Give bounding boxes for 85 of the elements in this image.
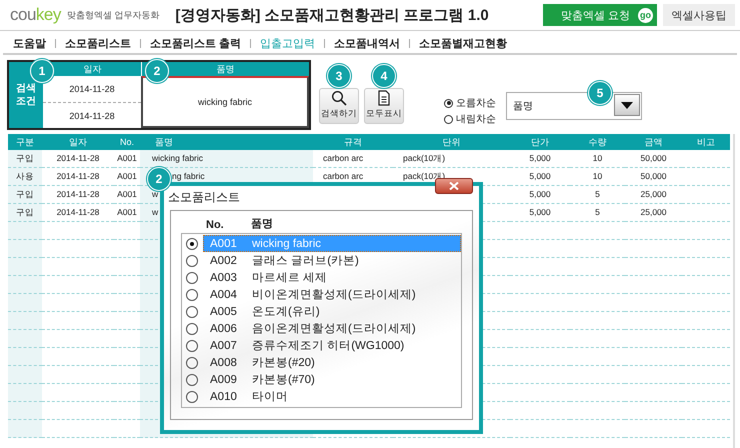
column-header: No.: [114, 134, 140, 150]
table-cell: 5: [570, 204, 625, 222]
list-item[interactable]: A002 글래스 글러브(카본): [203, 252, 461, 269]
list-item[interactable]: A003 마르세르 세제: [203, 269, 461, 286]
radio-button[interactable]: [186, 288, 198, 300]
table-cell: 5,000: [510, 168, 570, 186]
list-item[interactable]: A010 타이머: [203, 388, 461, 405]
radio-button[interactable]: [186, 340, 198, 352]
radio-button[interactable]: [186, 272, 198, 284]
radio-button[interactable]: [444, 114, 453, 124]
dialog-title: 소모품리스트: [168, 190, 240, 204]
table-cell: ng fabric: [172, 171, 205, 181]
radio-button[interactable]: [444, 98, 453, 108]
date-field[interactable]: 2014-11-28: [43, 102, 141, 128]
menu-item[interactable]: 도움말: [13, 36, 46, 50]
search-label: 검색조건: [16, 82, 36, 108]
tagline: 맞춤형엑셀 업무자동화: [66, 8, 160, 22]
caret-icon: [621, 102, 633, 108]
table-cell: 25,000: [625, 186, 682, 204]
number-badge: 2: [147, 167, 171, 191]
column-header: No.: [206, 219, 225, 231]
radio-button[interactable]: [186, 322, 198, 334]
menu-item[interactable]: 소모품리스트 출력: [150, 36, 242, 50]
radio-button[interactable]: [186, 238, 198, 250]
table-cell: 10: [570, 168, 625, 186]
number-badge: 5: [588, 81, 612, 105]
document-icon: [377, 90, 391, 106]
radio-label: 내림차순: [456, 113, 496, 126]
column-header: 단위: [393, 134, 510, 150]
column-header: 품명: [140, 134, 313, 150]
number-badge: 1: [30, 59, 54, 83]
radio-button[interactable]: [186, 374, 198, 386]
list-item[interactable]: A006 음이온계면활성제(드라이세제): [203, 320, 461, 337]
table-cell: 2014-11-28: [42, 150, 114, 168]
radio-label: 오름차순: [456, 97, 496, 110]
table-cell: 50,000: [625, 150, 682, 168]
radio-button[interactable]: [186, 254, 198, 266]
radio-button[interactable]: [186, 356, 198, 368]
list-item[interactable]: A008 카본봉(#20): [203, 354, 461, 371]
radio-button[interactable]: [186, 390, 198, 402]
table-cell: 구입: [8, 150, 42, 168]
table-cell: 구입: [8, 186, 42, 204]
table-cell: 10: [570, 150, 625, 168]
table-cell: 50,000: [625, 168, 682, 186]
logo: coukey: [10, 5, 61, 25]
search-icon: [331, 90, 347, 106]
column-header: 규격: [313, 134, 393, 150]
list-item[interactable]: A007 증류수제조기 히터(WG1000): [203, 337, 461, 354]
table-cell: 2014-11-28: [42, 186, 114, 204]
list-item[interactable]: A005 온도계(유리): [203, 303, 461, 320]
column-header: 비고: [682, 134, 730, 150]
menu-item[interactable]: 소모품내역서: [334, 36, 400, 50]
column-header: 단가: [510, 134, 570, 150]
number-badge: 2: [145, 59, 169, 83]
list-item[interactable]: A009 카본봉(#70): [203, 371, 461, 388]
column-header: 일자: [42, 134, 114, 150]
table-cell: 5,000: [510, 186, 570, 204]
number-badge: 3: [327, 64, 351, 88]
table-cell: 5: [570, 186, 625, 204]
column-header: 수량: [570, 134, 625, 150]
close-icon: [449, 182, 459, 190]
toolbar-button[interactable]: 검색하기: [319, 88, 359, 124]
item-field[interactable]: wicking fabric: [141, 76, 309, 128]
list-item[interactable]: A004 비이온계면활성제(드라이세제): [203, 286, 461, 303]
dropdown-button[interactable]: [614, 94, 640, 116]
date-field[interactable]: 2014-11-28: [43, 76, 141, 102]
app-title: [경영자동화] 소모품재고현황관리 프로그램 1.0: [175, 6, 490, 24]
header-button[interactable]: 엑셀사용팁: [663, 4, 735, 26]
radio-button[interactable]: [186, 306, 198, 318]
table-cell: 25,000: [625, 204, 682, 222]
table-cell: 2014-11-28: [42, 204, 114, 222]
table-cell: 사용: [8, 168, 42, 186]
table-cell: 2014-11-28: [42, 168, 114, 186]
table-cell: 5,000: [510, 204, 570, 222]
number-badge: 4: [372, 64, 396, 88]
menu-item[interactable]: 소모품별재고현황: [419, 36, 508, 50]
column-header: 금액: [625, 134, 682, 150]
table-cell: pack(10개): [393, 150, 510, 168]
table-cell: wicking fabric: [140, 150, 313, 168]
column-header: 구분: [8, 134, 42, 150]
toolbar-button[interactable]: 모두표시: [364, 88, 404, 124]
table-cell: 구입: [8, 204, 42, 222]
table-cell: carbon arc: [313, 150, 393, 168]
menu-item[interactable]: 소모품리스트: [65, 36, 131, 50]
table-cell: 5,000: [510, 150, 570, 168]
